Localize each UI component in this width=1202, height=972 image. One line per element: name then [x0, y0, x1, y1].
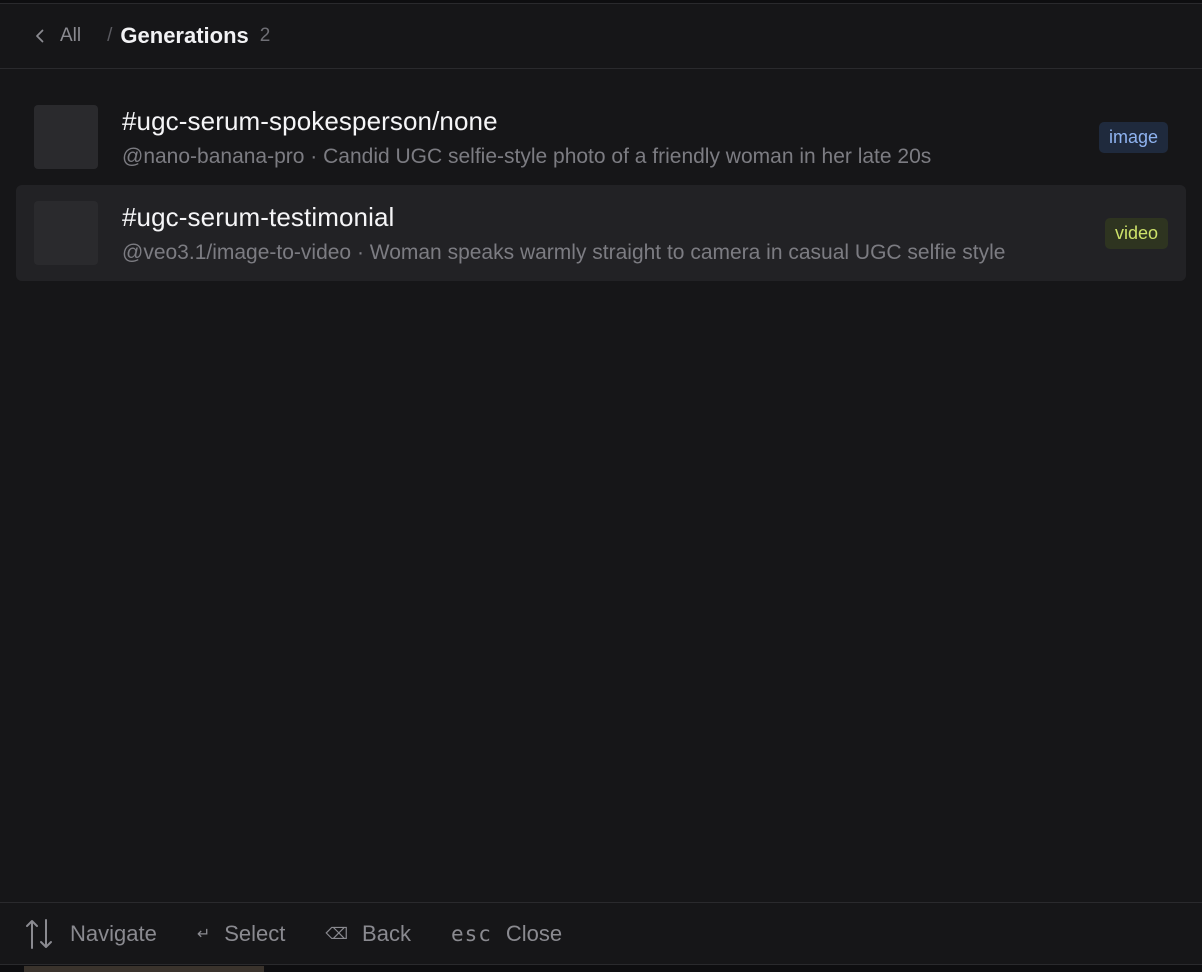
result-count: 2 [259, 25, 271, 46]
chevron-left-icon [36, 29, 44, 43]
breadcrumb: All / Generations 2 [0, 4, 1202, 69]
select-label: Select [224, 920, 286, 946]
list-item[interactable]: #ugc-serum-spokesperson/none @nano-banan… [16, 89, 1186, 185]
esc-key: esc [450, 921, 492, 946]
back-label: All [60, 25, 82, 46]
enter-key-icon: ↵ [196, 925, 211, 943]
item-subtitle: @nano-banana-pro · Candid UGC selfie-sty… [122, 144, 932, 168]
item-title: #ugc-serum-testimonial [122, 201, 395, 232]
breadcrumb-separator: / [107, 25, 113, 46]
arrows-up-down-icon [26, 918, 52, 949]
generations-list: #ugc-serum-spokesperson/none @nano-banan… [0, 69, 1202, 281]
backspace-key-icon: ⌫ [325, 925, 349, 943]
hint-back: ⌫ Back [325, 921, 411, 947]
item-subtitle: @veo3.1/image-to-video · Woman speaks wa… [122, 240, 1006, 264]
keyboard-hints-bar: Navigate ↵ Select ⌫ Back esc Close [0, 902, 1202, 964]
hint-close: esc Close [451, 921, 562, 947]
back-to-all-button[interactable]: All [32, 25, 81, 47]
item-text: #ugc-serum-testimonial @veo3.1/image-to-… [122, 202, 1085, 265]
thumbnail [34, 201, 98, 265]
item-text: #ugc-serum-spokesperson/none @nano-banan… [122, 106, 1079, 169]
page-title: Generations [120, 23, 249, 48]
background-image-edge [24, 966, 264, 972]
item-title: #ugc-serum-spokesperson/none [122, 105, 498, 136]
hint-navigate: Navigate [24, 917, 157, 951]
command-palette: All / Generations 2 #ugc-serum-spokesper… [0, 3, 1202, 965]
navigate-label: Navigate [70, 920, 157, 946]
hint-select: ↵ Select [197, 921, 286, 947]
back-hint-label: Back [362, 920, 411, 946]
type-badge: image [1098, 121, 1168, 153]
type-badge: video [1104, 217, 1168, 249]
close-label: Close [505, 920, 563, 946]
thumbnail [34, 105, 98, 169]
list-item[interactable]: #ugc-serum-testimonial @veo3.1/image-to-… [16, 185, 1186, 281]
